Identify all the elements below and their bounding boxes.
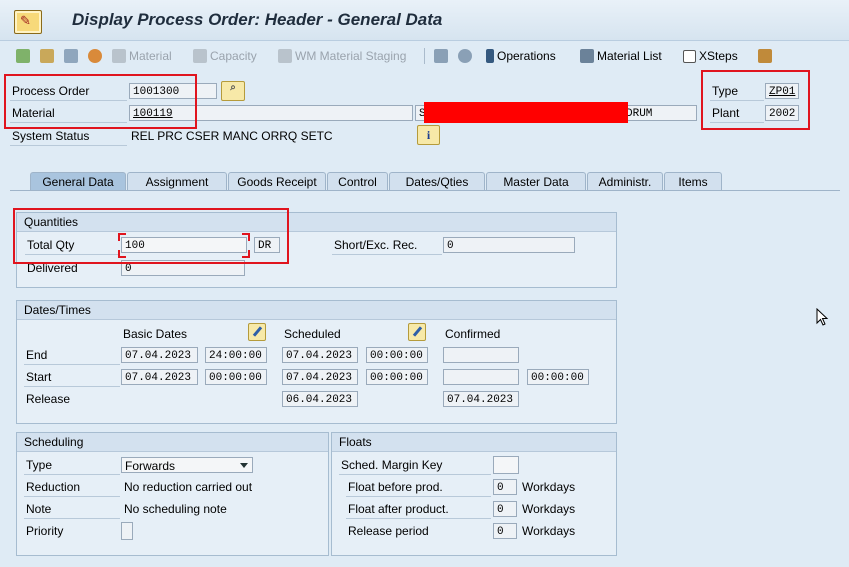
edit-scheduled-icon[interactable]: [408, 323, 426, 341]
float-before-unit: Workdays: [522, 480, 576, 494]
scheduling-type-dropdown[interactable]: Forwards: [121, 457, 253, 473]
tab-administr[interactable]: Administr.: [587, 172, 663, 190]
end-basic-time[interactable]: 24:00:00: [205, 347, 267, 363]
tab-general-data[interactable]: General Data: [30, 172, 126, 190]
note-value: No scheduling note: [124, 502, 227, 516]
start-scheduled-time[interactable]: 00:00:00: [366, 369, 428, 385]
focus-corner-mark: [242, 233, 250, 241]
focus-corner-mark: [118, 250, 126, 258]
calculator-icon[interactable]: [64, 46, 78, 66]
info-icon[interactable]: i: [417, 125, 440, 145]
start-basic-time[interactable]: 00:00:00: [205, 369, 267, 385]
material-button[interactable]: Material: [112, 46, 172, 66]
operations-button[interactable]: Operations: [486, 46, 556, 66]
sched-margin-key-field[interactable]: [493, 456, 519, 474]
flag-icon[interactable]: [16, 46, 30, 66]
start-confirmed-time[interactable]: 00:00:00: [527, 369, 589, 385]
hierarchy-icon[interactable]: [434, 46, 448, 66]
floats-title: Floats: [332, 433, 616, 452]
float-after-field[interactable]: 0: [493, 501, 517, 517]
basic-dates-label: Basic Dates: [123, 327, 188, 341]
cube-icon: [683, 49, 696, 63]
capacity-button[interactable]: Capacity: [193, 46, 257, 66]
scheduling-type-value: Forwards: [125, 459, 176, 473]
staging-icon: [278, 49, 292, 63]
tab-control[interactable]: Control: [327, 172, 388, 190]
capacity-icon: [193, 49, 207, 63]
database-icon[interactable]: [458, 46, 472, 66]
start-scheduled-date[interactable]: 07.04.2023: [282, 369, 358, 385]
note-label: Note: [24, 500, 120, 519]
start-label: Start: [24, 368, 120, 387]
wm-material-staging-button[interactable]: WM Material Staging: [278, 46, 406, 66]
highlight-box-order-material: [4, 74, 197, 129]
material-icon: [112, 49, 126, 63]
end-scheduled-time[interactable]: 00:00:00: [366, 347, 428, 363]
material-desc-tail: DRUM: [626, 108, 653, 120]
document-icon[interactable]: [40, 46, 54, 66]
float-after-unit: Workdays: [522, 502, 576, 516]
release-scheduled-date[interactable]: 06.04.2023: [282, 391, 358, 407]
focus-corner-mark: [242, 250, 250, 258]
scheduling-title: Scheduling: [17, 433, 328, 452]
tab-items[interactable]: Items: [664, 172, 722, 190]
confirmed-label: Confirmed: [445, 327, 501, 341]
end-confirmed-date[interactable]: [443, 347, 519, 363]
release-period-label: Release period: [348, 524, 429, 538]
start-confirmed-date[interactable]: [443, 369, 519, 385]
chevron-down-icon: [240, 463, 248, 468]
focus-corner-mark: [118, 233, 126, 241]
tab-divider: [10, 190, 840, 191]
reduction-value: No reduction carried out: [124, 480, 253, 494]
reduction-label: Reduction: [24, 478, 120, 497]
edit-basic-dates-icon[interactable]: [248, 323, 266, 341]
sched-margin-key-label: Sched. Margin Key: [339, 456, 491, 475]
tab-dates-qties[interactable]: Dates/Qties: [389, 172, 485, 190]
tab-goods-receipt[interactable]: Goods Receipt: [228, 172, 326, 190]
release-label: Release: [26, 392, 71, 406]
system-status-label: System Status: [10, 127, 127, 146]
start-basic-date[interactable]: 07.04.2023: [121, 369, 198, 385]
app-menu-icon[interactable]: ✎: [14, 10, 42, 34]
release-period-unit: Workdays: [522, 524, 576, 538]
release-confirmed-date[interactable]: 07.04.2023: [443, 391, 519, 407]
priority-label: Priority: [26, 524, 64, 538]
pie-chart-icon[interactable]: [88, 46, 102, 66]
scheduling-type-label: Type: [24, 456, 120, 475]
end-scheduled-date[interactable]: 07.04.2023: [282, 347, 358, 363]
float-before-field[interactable]: 0: [493, 479, 517, 495]
scheduled-label: Scheduled: [284, 327, 341, 341]
short-exc-rec-label: Short/Exc. Rec.: [332, 236, 442, 255]
tab-assignment[interactable]: Assignment: [127, 172, 227, 190]
operations-icon: [486, 49, 494, 63]
toolbar-separator: [424, 48, 425, 64]
system-status-value: REL PRC CSER MANC ORRQ SETC: [131, 129, 333, 143]
short-exc-rec-field[interactable]: 0: [443, 237, 575, 253]
end-label: End: [24, 346, 120, 365]
end-basic-date[interactable]: 07.04.2023: [121, 347, 198, 363]
material-list-button[interactable]: Material List: [580, 46, 662, 66]
float-before-label: Float before prod.: [346, 478, 491, 497]
release-period-field[interactable]: 0: [493, 523, 517, 539]
float-after-label: Float after product.: [346, 500, 491, 519]
mouse-cursor-icon: [816, 308, 829, 326]
dates-times-title: Dates/Times: [17, 301, 616, 320]
toolbar: Material Capacity WM Material Staging Op…: [0, 42, 849, 70]
material-list-icon: [580, 49, 594, 63]
page-title: Display Process Order: Header - General …: [72, 10, 443, 29]
highlight-box-type-plant: [701, 70, 810, 130]
priority-field[interactable]: [121, 522, 133, 540]
sort-icon[interactable]: [758, 46, 772, 66]
xsteps-button[interactable]: XSteps: [683, 46, 738, 66]
redaction-bar: [424, 102, 628, 123]
document-lookup-icon[interactable]: ⌕: [221, 81, 245, 101]
tab-master-data[interactable]: Master Data: [486, 172, 586, 190]
